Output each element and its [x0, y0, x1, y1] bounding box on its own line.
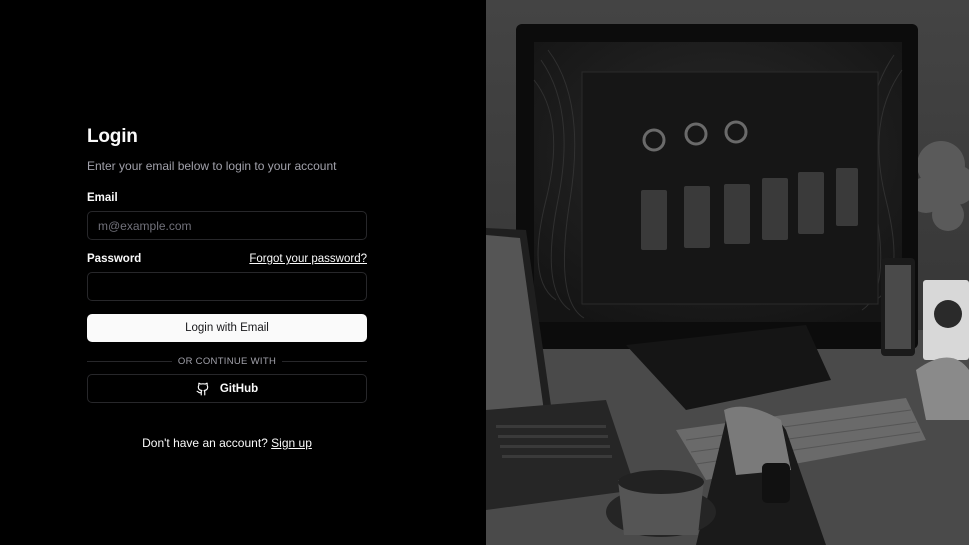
github-icon	[196, 382, 210, 396]
login-form: Login Enter your email below to login to…	[87, 126, 367, 450]
login-panel: Login Enter your email below to login to…	[0, 0, 486, 545]
signup-prompt-text: Don't have an account?	[142, 436, 268, 450]
password-label: Password	[87, 253, 142, 265]
email-field[interactable]	[87, 211, 367, 240]
github-button-label: GitHub	[219, 382, 259, 395]
signup-link[interactable]: Sign up	[271, 436, 312, 450]
github-button[interactable]: GitHub	[87, 374, 367, 403]
page-title: Login	[87, 126, 138, 147]
app-root: Login Enter your email below to login to…	[0, 0, 969, 545]
email-label: Email	[87, 192, 118, 204]
continue-with-divider: OR CONTINUE WITH	[87, 354, 367, 368]
forgot-password-link[interactable]: Forgot your password?	[249, 253, 367, 265]
signup-prompt: Don't have an account? Sign up	[87, 436, 367, 450]
divider-label: OR CONTINUE WITH	[171, 355, 283, 367]
login-with-email-button[interactable]: Login with Email	[87, 314, 367, 342]
password-label-row: Password Forgot your password?	[87, 253, 367, 265]
workspace-photo	[486, 0, 969, 545]
password-field[interactable]	[87, 272, 367, 301]
page-subtitle: Enter your email below to login to your …	[87, 159, 337, 173]
hero-image	[486, 0, 969, 545]
